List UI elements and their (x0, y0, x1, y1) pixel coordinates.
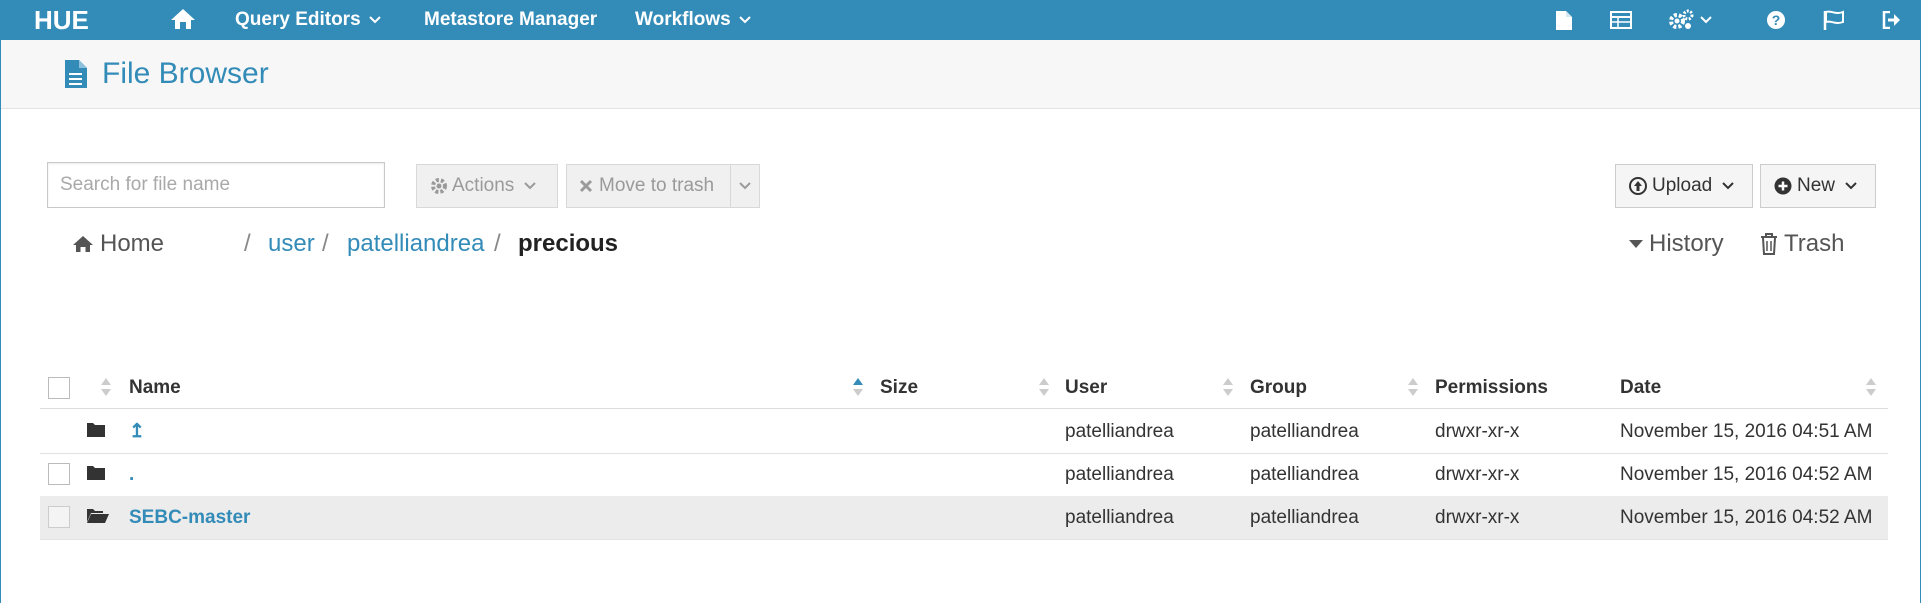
file-name-link[interactable]: ↥ (129, 410, 145, 453)
move-to-trash-label: Move to trash (599, 175, 715, 196)
file-date: November 15, 2016 04:51 AM (1620, 420, 1873, 442)
sort-icon[interactable] (1865, 376, 1877, 398)
page-header: File Browser (1, 40, 1920, 109)
sort-icon[interactable] (1407, 376, 1419, 398)
sign-out-icon[interactable] (1882, 10, 1902, 34)
hue-logo[interactable]: HUE (34, 5, 120, 37)
workflows-label: Workflows (635, 9, 731, 30)
breadcrumb-home[interactable]: Home (72, 230, 164, 258)
upload-button[interactable]: Upload (1615, 164, 1753, 208)
metastore-label: Metastore Manager (424, 9, 598, 30)
caret-down-icon (1629, 240, 1643, 248)
home-crumb-icon (73, 236, 93, 252)
home-icon[interactable] (170, 8, 196, 35)
cog-icon (431, 178, 447, 194)
trash-label: Trash (1784, 230, 1845, 257)
column-header-size[interactable]: Size (880, 367, 918, 408)
row-checkbox[interactable] (48, 463, 70, 485)
file-permissions: drwxr-xr-x (1435, 506, 1520, 528)
file-icon (64, 59, 88, 94)
row-checkbox[interactable] (48, 506, 70, 528)
upload-label: Upload (1652, 175, 1713, 196)
sort-icon[interactable] (1038, 376, 1050, 398)
file-name-link[interactable]: SEBC-master (129, 496, 250, 539)
svg-text:?: ? (1772, 12, 1781, 28)
breadcrumb-patelliandrea[interactable]: patelliandrea (347, 230, 484, 258)
move-to-trash-button[interactable]: Move to trash (566, 164, 731, 208)
table-row[interactable]: . patelliandrea patelliandrea drwxr-xr-x… (40, 453, 1888, 497)
column-header-user[interactable]: User (1065, 367, 1107, 408)
file-name: SEBC-master (129, 506, 251, 528)
table-icon[interactable] (1610, 11, 1632, 34)
column-header-date[interactable]: Date (1620, 367, 1661, 408)
trash-options-dropdown[interactable] (730, 164, 760, 208)
file-user: patelliandrea (1065, 463, 1174, 485)
times-icon (579, 179, 593, 193)
file-name-link[interactable]: . (129, 453, 134, 496)
new-button[interactable]: New (1760, 164, 1876, 208)
flag-icon[interactable] (1823, 10, 1845, 35)
plus-circle-icon (1774, 177, 1792, 195)
table-row[interactable]: SEBC-master patelliandrea patelliandrea … (40, 496, 1888, 540)
sort-icon[interactable] (100, 376, 112, 398)
chevron-down-icon (739, 16, 751, 24)
search-input[interactable] (47, 162, 385, 208)
file-group: patelliandrea (1250, 420, 1359, 442)
trash-link[interactable]: Trash (1760, 230, 1844, 258)
query-editors-label: Query Editors (235, 9, 361, 30)
file-user: patelliandrea (1065, 506, 1174, 528)
chevron-down-icon (1722, 182, 1734, 190)
query-editors-menu[interactable]: Query Editors (235, 0, 381, 40)
folder-icon (87, 466, 105, 480)
file-date: November 15, 2016 04:52 AM (1620, 506, 1873, 528)
hue-logo-text: HUE (34, 8, 89, 32)
document-icon[interactable] (1555, 10, 1573, 36)
table-header-row: Name Size User Group Permissions Date (40, 367, 1888, 409)
top-navbar: HUE Query Editors Metastore Manager Work… (0, 0, 1921, 40)
upload-circle-icon (1629, 177, 1647, 195)
breadcrumb-separator: / (244, 230, 251, 257)
select-all-checkbox[interactable] (48, 377, 70, 399)
chevron-down-icon (368, 16, 381, 24)
level-up-icon: ↥ (129, 421, 145, 442)
actions-button[interactable]: Actions (416, 164, 558, 208)
folder-open-icon (87, 509, 109, 523)
file-permissions: drwxr-xr-x (1435, 420, 1520, 442)
history-label: History (1649, 230, 1724, 257)
breadcrumb-separator: / (322, 230, 329, 257)
page-title: File Browser (102, 57, 269, 90)
breadcrumb-separator: / (494, 230, 501, 257)
metastore-manager-link[interactable]: Metastore Manager (424, 0, 597, 40)
chevron-down-icon (1845, 182, 1857, 190)
column-header-permissions[interactable]: Permissions (1435, 367, 1548, 408)
column-header-name[interactable]: Name (129, 367, 181, 408)
file-group: patelliandrea (1250, 463, 1359, 485)
sort-ascending-icon[interactable] (852, 376, 864, 398)
trash-icon (1761, 233, 1777, 255)
actions-label: Actions (452, 175, 515, 196)
chevron-down-icon (739, 182, 751, 190)
new-label: New (1797, 175, 1836, 196)
chevron-down-icon (1700, 16, 1712, 24)
column-header-group[interactable]: Group (1250, 367, 1307, 408)
sort-icon[interactable] (1222, 376, 1234, 398)
file-date: November 15, 2016 04:52 AM (1620, 463, 1873, 485)
table-row[interactable]: ↥ patelliandrea patelliandrea drwxr-xr-x… (40, 410, 1888, 454)
workflows-menu[interactable]: Workflows (635, 0, 751, 40)
chevron-down-icon (524, 182, 537, 190)
folder-icon (87, 423, 105, 437)
breadcrumb-home-label: Home (100, 230, 165, 257)
file-group: patelliandrea (1250, 506, 1359, 528)
file-name: . (129, 463, 135, 485)
breadcrumb-user[interactable]: user (268, 230, 315, 258)
file-permissions: drwxr-xr-x (1435, 463, 1520, 485)
history-link[interactable]: History (1629, 230, 1724, 258)
file-user: patelliandrea (1065, 420, 1174, 442)
help-icon[interactable]: ? (1766, 10, 1786, 35)
gears-icon[interactable] (1668, 9, 1712, 31)
breadcrumb-current: precious (518, 230, 619, 257)
